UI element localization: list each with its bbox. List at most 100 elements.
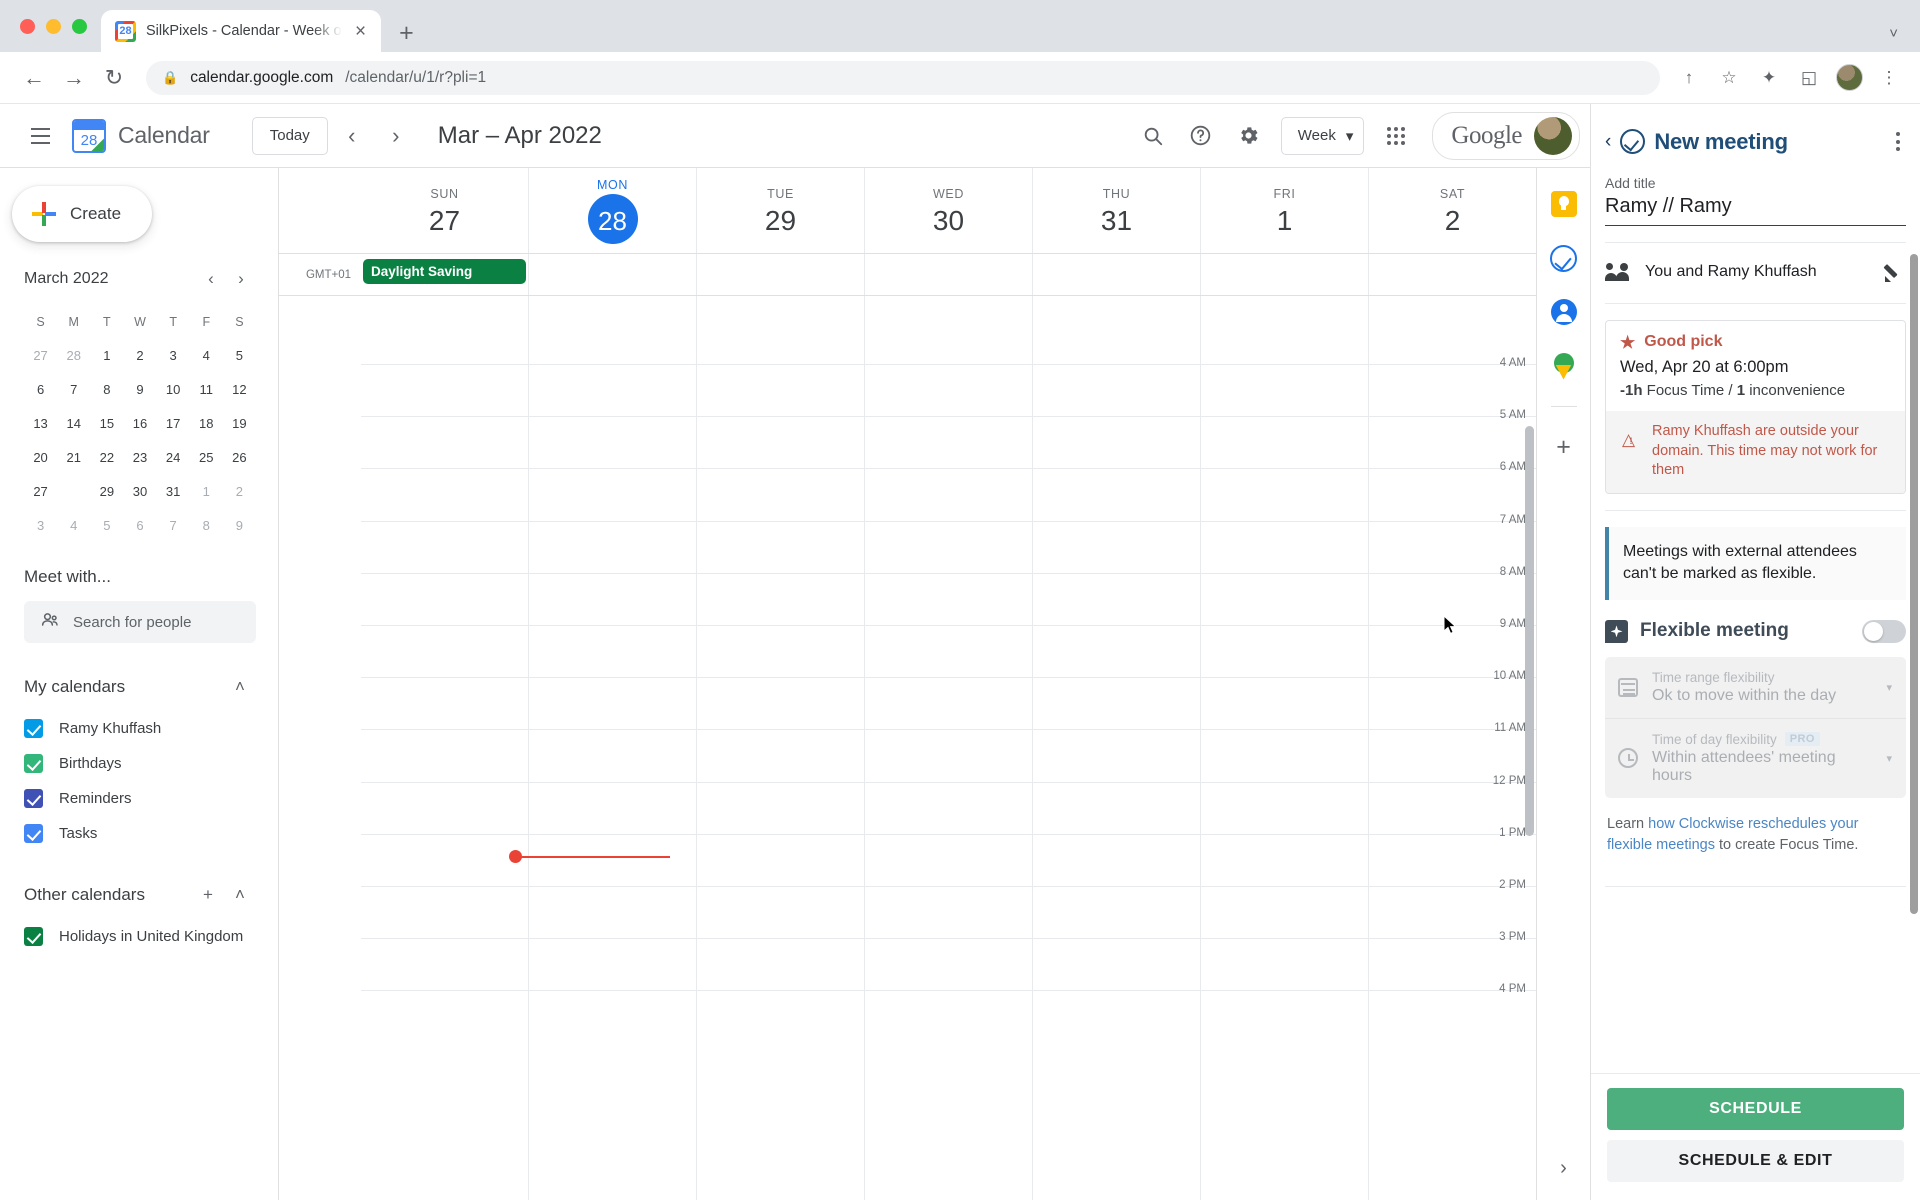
mini-calendar-day[interactable]: 8 bbox=[190, 510, 223, 541]
google-apps-icon[interactable] bbox=[1374, 114, 1418, 158]
day-column[interactable] bbox=[1200, 296, 1368, 1200]
calendar-list-item[interactable]: Holidays in United Kingdom bbox=[24, 919, 256, 954]
calendar-checkbox[interactable] bbox=[24, 824, 43, 843]
browser-tab[interactable]: 28 SilkPixels - Calendar - Week of × bbox=[101, 10, 382, 52]
day-header-number[interactable]: 2 bbox=[1445, 203, 1461, 235]
mini-calendar-day[interactable]: 8 bbox=[90, 374, 123, 405]
mini-calendar-day[interactable]: 19 bbox=[223, 408, 256, 439]
chevron-up-icon[interactable]: ˄ bbox=[224, 879, 256, 911]
maps-icon[interactable] bbox=[1550, 352, 1578, 380]
clockwise-icon[interactable] bbox=[1550, 244, 1578, 272]
mini-calendar-day[interactable]: 10 bbox=[157, 374, 190, 405]
keep-icon[interactable] bbox=[1550, 190, 1578, 218]
calendar-checkbox[interactable] bbox=[24, 789, 43, 808]
mini-calendar-day[interactable]: 28 bbox=[57, 476, 90, 507]
day-header-number[interactable]: 28 bbox=[587, 193, 638, 244]
calendar-logo[interactable]: 28 Calendar bbox=[72, 118, 210, 153]
calendar-list-item[interactable]: Ramy Khuffash bbox=[24, 711, 256, 746]
time-range-flexibility-select[interactable]: Time range flexibility Ok to move within… bbox=[1605, 657, 1906, 718]
mini-calendar-day[interactable]: 24 bbox=[157, 442, 190, 473]
mini-calendar-day[interactable]: 1 bbox=[190, 476, 223, 507]
mini-calendar-day[interactable]: 21 bbox=[57, 442, 90, 473]
close-tab-button[interactable]: × bbox=[352, 22, 369, 41]
mini-calendar-day[interactable]: 14 bbox=[57, 408, 90, 439]
day-column[interactable] bbox=[1368, 296, 1536, 1200]
day-header-number[interactable]: 31 bbox=[1101, 203, 1132, 235]
all-day-event[interactable]: Daylight Saving bbox=[363, 259, 526, 284]
browser-menu-icon[interactable]: ⋮ bbox=[1874, 63, 1904, 93]
today-button[interactable]: Today bbox=[251, 116, 328, 155]
mini-calendar-grid[interactable]: S M T W T F S 27 28 1 2 3 4 5 6 7 8 9 10 11 12 13 14 15 16 17 18 19… bbox=[24, 306, 256, 541]
minimize-window-button[interactable] bbox=[46, 18, 61, 34]
mini-calendar-day[interactable]: 11 bbox=[190, 374, 223, 405]
chevron-down-icon[interactable]: ▾ bbox=[1886, 681, 1892, 694]
chevron-down-icon[interactable]: ˅ bbox=[1889, 25, 1898, 42]
mini-calendar-day[interactable]: 3 bbox=[24, 510, 57, 541]
address-bar[interactable]: 🔒 calendar.google.com/calendar/u/1/r?pli… bbox=[146, 60, 1660, 95]
day-header[interactable]: WED 30 bbox=[864, 168, 1032, 253]
mini-calendar-day[interactable]: 31 bbox=[157, 476, 190, 507]
search-icon[interactable] bbox=[1131, 114, 1175, 158]
mini-calendar-day[interactable]: 4 bbox=[190, 340, 223, 371]
expand-panel-icon[interactable]: › bbox=[1560, 1157, 1567, 1180]
day-header[interactable]: SAT 2 bbox=[1368, 168, 1536, 253]
mini-calendar-day[interactable]: 5 bbox=[90, 510, 123, 541]
mini-calendar-day[interactable]: 3 bbox=[157, 340, 190, 371]
all-day-cell[interactable] bbox=[528, 254, 696, 295]
day-header-number[interactable]: 27 bbox=[429, 203, 460, 235]
all-day-cell[interactable]: Daylight Saving bbox=[361, 254, 528, 295]
mini-calendar-day[interactable]: 13 bbox=[24, 408, 57, 439]
pencil-icon[interactable] bbox=[1884, 261, 1906, 283]
close-window-button[interactable] bbox=[20, 18, 35, 34]
google-account-chip[interactable]: Google bbox=[1432, 111, 1580, 160]
add-addon-icon[interactable]: + bbox=[1550, 433, 1578, 461]
all-day-cell[interactable] bbox=[1368, 254, 1536, 295]
other-calendars-header[interactable]: Other calendars + ˄ bbox=[24, 879, 256, 911]
mini-calendar-day[interactable]: 25 bbox=[190, 442, 223, 473]
mini-calendar-day[interactable]: 16 bbox=[123, 408, 156, 439]
mini-calendar-day[interactable]: 20 bbox=[24, 442, 57, 473]
good-pick-card[interactable]: ★ Good pick Wed, Apr 20 at 6:00pm -1h Fo… bbox=[1605, 320, 1906, 494]
mini-calendar-day[interactable]: 12 bbox=[223, 374, 256, 405]
time-of-day-flexibility-select[interactable]: Time of day flexibility PRO Within atten… bbox=[1605, 717, 1906, 798]
all-day-cell[interactable] bbox=[1200, 254, 1368, 295]
calendar-list-item[interactable]: Reminders bbox=[24, 781, 256, 816]
mini-calendar-day[interactable]: 9 bbox=[223, 510, 256, 541]
panel-menu-icon[interactable] bbox=[1890, 126, 1906, 157]
flexible-meeting-toggle[interactable] bbox=[1862, 619, 1906, 643]
my-calendars-header[interactable]: My calendars ˄ bbox=[24, 671, 256, 703]
mini-calendar-day[interactable]: 26 bbox=[223, 442, 256, 473]
all-day-cell[interactable] bbox=[696, 254, 864, 295]
mini-calendar-day[interactable]: 7 bbox=[157, 510, 190, 541]
panel-scrollbar[interactable] bbox=[1910, 254, 1918, 914]
mini-calendar-day[interactable]: 27 bbox=[24, 476, 57, 507]
view-selector[interactable]: Week ▾ bbox=[1280, 116, 1365, 155]
mini-calendar-day[interactable]: 23 bbox=[123, 442, 156, 473]
calendar-list-item[interactable]: Birthdays bbox=[24, 746, 256, 781]
day-header[interactable]: MON 28 bbox=[528, 168, 696, 253]
mini-calendar-day[interactable]: 1 bbox=[90, 340, 123, 371]
chevron-down-icon[interactable]: ▾ bbox=[1886, 752, 1892, 765]
bookmark-star-icon[interactable]: ☆ bbox=[1714, 63, 1744, 93]
day-column[interactable] bbox=[864, 296, 1032, 1200]
panel-back-button[interactable]: ‹ bbox=[1605, 131, 1611, 153]
side-panel-icon[interactable]: ◱ bbox=[1794, 63, 1824, 93]
mini-calendar-day[interactable]: 30 bbox=[123, 476, 156, 507]
gear-icon[interactable] bbox=[1227, 114, 1271, 158]
mini-calendar-day[interactable]: 6 bbox=[24, 374, 57, 405]
profile-avatar[interactable] bbox=[1834, 63, 1864, 93]
calendar-list-item[interactable]: Tasks bbox=[24, 816, 256, 851]
mini-calendar-day[interactable]: 9 bbox=[123, 374, 156, 405]
day-header-number[interactable]: 30 bbox=[933, 203, 964, 235]
mini-calendar-day[interactable]: 5 bbox=[223, 340, 256, 371]
day-column[interactable] bbox=[696, 296, 864, 1200]
back-button[interactable]: ← bbox=[16, 60, 52, 96]
day-header-number[interactable]: 29 bbox=[765, 203, 796, 235]
new-tab-button[interactable]: + bbox=[399, 21, 414, 46]
day-header-number[interactable]: 1 bbox=[1277, 203, 1293, 235]
day-header[interactable]: THU 31 bbox=[1032, 168, 1200, 253]
day-column[interactable] bbox=[361, 296, 528, 1200]
calendar-checkbox[interactable] bbox=[24, 754, 43, 773]
mini-calendar-day[interactable]: 2 bbox=[123, 340, 156, 371]
calendar-checkbox[interactable] bbox=[24, 927, 43, 946]
